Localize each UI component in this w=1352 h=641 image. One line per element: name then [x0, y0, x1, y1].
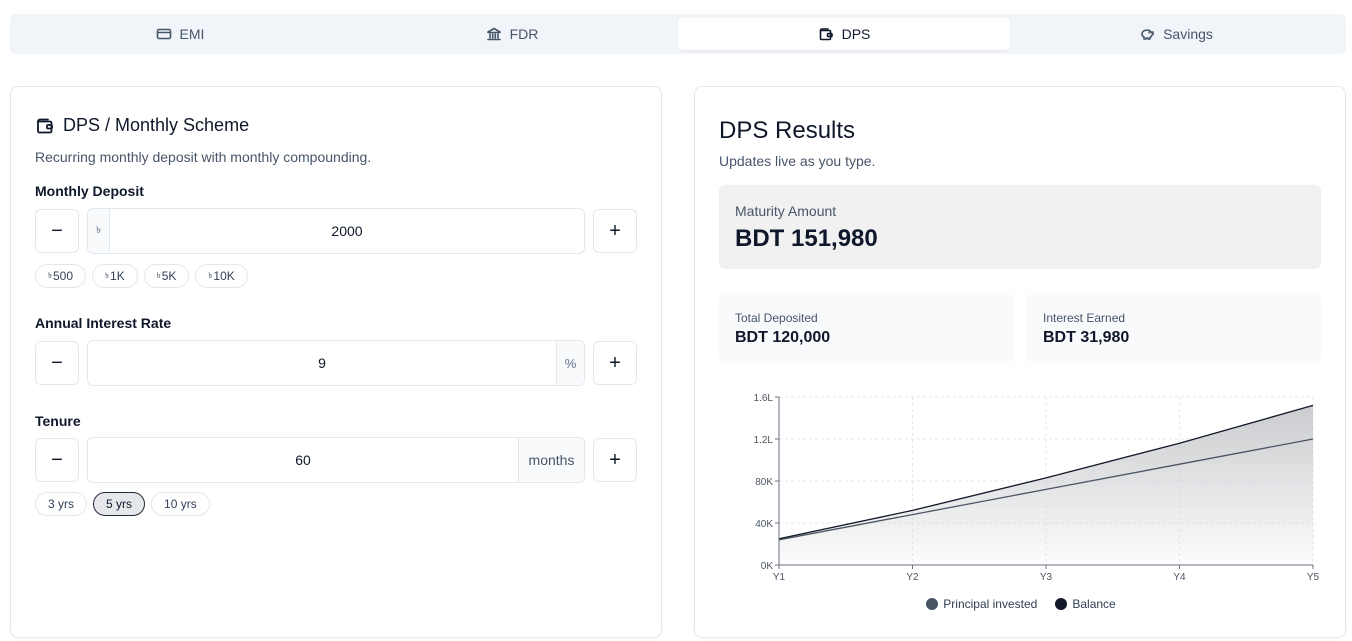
dps-form-card: DPS / Monthly Scheme Recurring monthly d… — [10, 86, 662, 638]
maturity-amount-label: Maturity Amount — [735, 203, 837, 219]
x-tick-label: Y1 — [773, 572, 786, 583]
legend-principal-label: Principal invested — [943, 597, 1038, 611]
wallet-icon — [37, 118, 53, 133]
deposit-chip-5k[interactable]: ৳ 5K — [143, 264, 190, 288]
monthly-deposit-input[interactable] — [110, 209, 584, 253]
tab-savings-label: Savings — [1163, 26, 1213, 42]
total-deposited-value: BDT 120,000 — [735, 329, 831, 346]
x-tick-label: Y4 — [1173, 572, 1186, 583]
wallet-icon — [819, 28, 833, 41]
deposit-chip-500[interactable]: ৳ 500 — [35, 264, 87, 288]
form-title-row: DPS / Monthly Scheme — [35, 115, 249, 136]
interest-earned-value: BDT 31,980 — [1043, 329, 1130, 346]
x-tick-label: Y3 — [1040, 572, 1053, 583]
results-subtitle: Updates live as you type. — [719, 153, 876, 169]
deposit-input-group: ৳ — [87, 208, 585, 254]
y-tick-label: 40K — [755, 519, 773, 530]
rate-increment-button[interactable]: + — [593, 341, 637, 385]
form-subtitle: Recurring monthly deposit with monthly c… — [35, 149, 372, 165]
legend-balance-label: Balance — [1072, 597, 1116, 611]
bank-icon — [486, 27, 501, 41]
tenure-input-group: months — [87, 437, 585, 483]
tenure-chip-10yrs[interactable]: 10 yrs — [151, 492, 210, 516]
legend-balance-swatch — [1055, 598, 1068, 610]
calculator-tabs: EMI FDR DPS Savings — [10, 14, 1346, 54]
y-tick-label: 1.2L — [754, 435, 774, 446]
maturity-amount-value: BDT 151,980 — [735, 225, 878, 252]
rate-decrement-button[interactable]: − — [35, 341, 79, 385]
x-tick-label: Y5 — [1307, 572, 1320, 583]
legend-principal: Principal invested — [926, 597, 1037, 611]
deposit-chip-10k[interactable]: ৳ 10K — [195, 264, 248, 288]
y-tick-label: 0K — [761, 561, 774, 572]
credit-card-icon — [156, 28, 171, 40]
monthly-deposit-label: Monthly Deposit — [35, 183, 144, 199]
chip-label: 500 — [53, 269, 74, 283]
tab-dps-label: DPS — [841, 26, 871, 42]
interest-rate-label: Annual Interest Rate — [35, 315, 172, 331]
results-title: DPS Results — [719, 117, 856, 144]
tab-emi[interactable]: EMI — [14, 18, 346, 50]
chip-label: 5K — [161, 269, 177, 283]
legend-principal-swatch — [926, 598, 939, 610]
chip-label: 1K — [110, 269, 125, 283]
chip-currency-symbol: ৳ — [48, 270, 52, 280]
total-deposited-stat: Total Deposited BDT 120,000 — [719, 293, 1013, 363]
interest-rate-input[interactable] — [88, 341, 556, 385]
growth-chart: 0K 40K 80K 1.2L 1.6L Y1 Y2 Y3 Y4 Y5 — [754, 393, 1320, 583]
piggy-bank-icon — [1141, 29, 1154, 40]
chip-currency-symbol: ৳ — [208, 270, 213, 280]
tenure-label: Tenure — [35, 413, 81, 429]
tenure-preset-chips: 3 yrs 5 yrs 10 yrs — [35, 492, 210, 516]
y-tick-label: 80K — [755, 477, 773, 488]
maturity-amount-box: Maturity Amount BDT 151,980 — [719, 185, 1321, 269]
tab-fdr-label: FDR — [509, 26, 539, 42]
tenure-decrement-button[interactable]: − — [35, 438, 79, 482]
chip-label: 10K — [213, 269, 235, 283]
x-tick-label: Y2 — [906, 572, 919, 583]
deposit-increment-button[interactable]: + — [593, 209, 637, 253]
deposit-preset-chips: ৳ 500 ৳ 1K ৳ 5K ৳ 10K — [35, 264, 248, 288]
rate-input-group: % — [87, 340, 585, 386]
tenure-chip-5yrs[interactable]: 5 yrs — [93, 492, 146, 516]
tenure-chip-3yrs[interactable]: 3 yrs — [35, 492, 88, 516]
tenure-increment-button[interactable]: + — [593, 438, 637, 482]
months-suffix: months — [518, 438, 584, 482]
form-title: DPS / Monthly Scheme — [63, 115, 250, 135]
chart-legend: Principal invested Balance — [695, 597, 1347, 611]
chip-currency-symbol: ৳ — [105, 270, 110, 280]
dps-results-card: DPS Results Updates live as you type. Ma… — [694, 86, 1346, 638]
y-tick-label: 1.6L — [754, 393, 774, 404]
chip-currency-symbol: ৳ — [156, 270, 161, 280]
tab-dps[interactable]: DPS — [678, 18, 1010, 50]
tab-emi-label: EMI — [179, 26, 205, 42]
deposit-chip-1k[interactable]: ৳ 1K — [92, 264, 138, 288]
total-deposited-label: Total Deposited — [735, 311, 818, 325]
tab-fdr[interactable]: FDR — [346, 18, 678, 50]
deposit-decrement-button[interactable]: − — [35, 209, 79, 253]
interest-earned-label: Interest Earned — [1043, 311, 1126, 325]
currency-prefix: ৳ — [88, 209, 110, 253]
interest-earned-stat: Interest Earned BDT 31,980 — [1027, 293, 1321, 363]
legend-balance: Balance — [1055, 597, 1116, 611]
tab-savings[interactable]: Savings — [1010, 18, 1342, 50]
tenure-input[interactable] — [88, 438, 518, 482]
percent-suffix: % — [556, 341, 584, 385]
